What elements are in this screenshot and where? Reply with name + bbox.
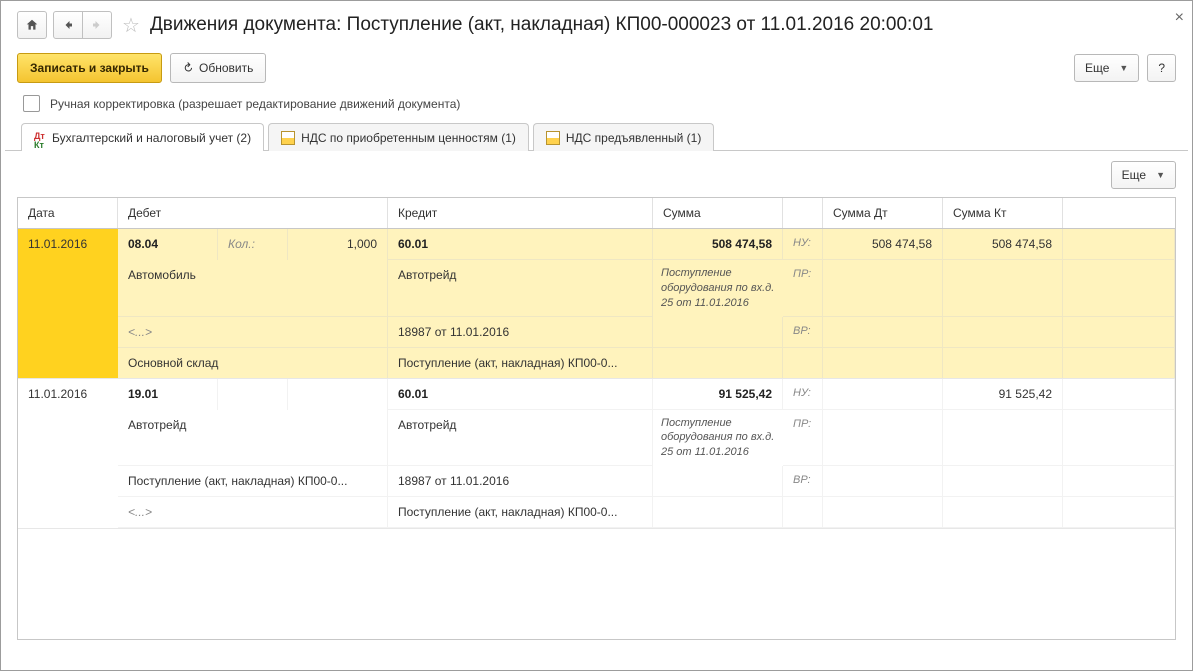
tab-label: Бухгалтерский и налоговый учет (2) bbox=[52, 131, 251, 145]
tag-vr: ВР: bbox=[783, 466, 823, 497]
refresh-label: Обновить bbox=[199, 61, 253, 75]
tab-label: НДС предъявленный (1) bbox=[566, 131, 701, 145]
sum-value: 508 474,58 bbox=[653, 229, 783, 260]
save-close-button[interactable]: Записать и закрыть bbox=[17, 53, 162, 83]
arrow-right-icon bbox=[91, 19, 103, 31]
more-label: Еще bbox=[1085, 61, 1109, 75]
entry-date: 11.01.2016 bbox=[18, 229, 118, 378]
chevron-down-icon: ▼ bbox=[1156, 170, 1165, 180]
debit-detail: Основной склад bbox=[118, 348, 388, 378]
sheet-icon bbox=[546, 131, 560, 145]
close-icon[interactable]: × bbox=[1175, 9, 1184, 27]
tag-nu: НУ: bbox=[783, 229, 823, 260]
tab-vat-presented[interactable]: НДС предъявленный (1) bbox=[533, 123, 714, 151]
col-tag bbox=[783, 198, 823, 228]
tab-label: НДС по приобретенным ценностям (1) bbox=[301, 131, 516, 145]
qty-value: 1,000 bbox=[288, 229, 388, 260]
manual-edit-label: Ручная корректировка (разрешает редактир… bbox=[50, 97, 460, 111]
page-title: Движения документа: Поступление (акт, на… bbox=[150, 14, 934, 36]
credit-detail: Автотрейд bbox=[388, 410, 653, 467]
title-bar: ☆ Движения документа: Поступление (акт, … bbox=[1, 1, 1192, 47]
tag-nu: НУ: bbox=[783, 379, 823, 410]
col-debit[interactable]: Дебет bbox=[118, 198, 388, 228]
col-credit[interactable]: Кредит bbox=[388, 198, 653, 228]
col-sum-dt[interactable]: Сумма Дт bbox=[823, 198, 943, 228]
ledger-body[interactable]: 11.01.2016 08.04 Кол.: 1,000 60.01 508 4… bbox=[18, 229, 1175, 639]
credit-detail: Поступление (акт, накладная) КП00-0... bbox=[388, 348, 653, 378]
home-icon bbox=[25, 18, 39, 32]
ledger-table: Дата Дебет Кредит Сумма Сумма Дт Сумма К… bbox=[17, 197, 1176, 640]
credit-detail: Поступление (акт, накладная) КП00-0... bbox=[388, 497, 653, 528]
forward-button[interactable] bbox=[83, 11, 112, 39]
refresh-button[interactable]: ↻ Обновить bbox=[170, 53, 266, 83]
tag-vr: ВР: bbox=[783, 317, 823, 348]
tab-vat-acquired[interactable]: НДС по приобретенным ценностям (1) bbox=[268, 123, 529, 151]
qty-label: Кол.: bbox=[218, 229, 288, 260]
ledger-entry[interactable]: 11.01.2016 19.01 60.01 91 525,42 НУ: bbox=[18, 379, 1175, 530]
tab-strip: ДтКт Бухгалтерский и налоговый учет (2) … bbox=[5, 122, 1188, 151]
entry-description: Поступление оборудования по вх.д. 25 от … bbox=[653, 260, 783, 317]
credit-account: 60.01 bbox=[388, 379, 653, 410]
help-button[interactable]: ? bbox=[1147, 54, 1176, 82]
credit-detail: Автотрейд bbox=[388, 260, 653, 317]
credit-detail: 18987 от 11.01.2016 bbox=[388, 466, 653, 497]
favorite-star-icon[interactable]: ☆ bbox=[122, 13, 140, 38]
manual-edit-checkbox[interactable] bbox=[23, 95, 40, 112]
debit-detail: <...> bbox=[118, 317, 388, 348]
debit-account: 19.01 bbox=[118, 379, 218, 410]
sheet-icon bbox=[281, 131, 295, 145]
more-button[interactable]: Еще ▼ bbox=[1074, 54, 1139, 82]
col-sum-kt[interactable]: Сумма Кт bbox=[943, 198, 1063, 228]
tag-pr: ПР: bbox=[783, 260, 823, 317]
debit-detail: <...> bbox=[118, 497, 388, 528]
tab-content: Еще ▼ Дата Дебет Кредит Сумма Сумма Дт С… bbox=[1, 151, 1192, 656]
debit-account: 08.04 bbox=[118, 229, 218, 260]
credit-account: 60.01 bbox=[388, 229, 653, 260]
debit-detail: Автомобиль bbox=[118, 260, 388, 317]
debit-detail: Автотрейд bbox=[118, 410, 388, 467]
ledger-entry[interactable]: 11.01.2016 08.04 Кол.: 1,000 60.01 508 4… bbox=[18, 229, 1175, 379]
credit-detail: 18987 от 11.01.2016 bbox=[388, 317, 653, 348]
tag-pr: ПР: bbox=[783, 410, 823, 467]
ledger-header: Дата Дебет Кредит Сумма Сумма Дт Сумма К… bbox=[18, 198, 1175, 229]
manual-edit-row: Ручная корректировка (разрешает редактир… bbox=[1, 93, 1192, 122]
home-button[interactable] bbox=[17, 11, 47, 39]
entry-date: 11.01.2016 bbox=[18, 379, 118, 529]
sum-value: 91 525,42 bbox=[653, 379, 783, 410]
col-date[interactable]: Дата bbox=[18, 198, 118, 228]
chevron-down-icon: ▼ bbox=[1119, 63, 1128, 73]
back-button[interactable] bbox=[53, 11, 83, 39]
tab-more-button[interactable]: Еще ▼ bbox=[1111, 161, 1176, 189]
debit-credit-icon: ДтКт bbox=[34, 132, 46, 144]
sum-kt-value: 508 474,58 bbox=[943, 229, 1063, 260]
arrow-left-icon bbox=[62, 19, 74, 31]
sum-dt-value: 508 474,58 bbox=[823, 229, 943, 260]
more-label: Еще bbox=[1122, 168, 1146, 182]
main-toolbar: Записать и закрыть ↻ Обновить Еще ▼ ? bbox=[1, 47, 1192, 93]
refresh-icon: ↻ bbox=[179, 59, 196, 76]
sum-dt-value bbox=[823, 379, 943, 410]
entry-description: Поступление оборудования по вх.д. 25 от … bbox=[653, 410, 783, 467]
app-window: × ☆ Движения документа: Поступление (акт… bbox=[0, 0, 1193, 671]
col-tail bbox=[1063, 198, 1175, 228]
sum-kt-value: 91 525,42 bbox=[943, 379, 1063, 410]
tab-accounting[interactable]: ДтКт Бухгалтерский и налоговый учет (2) bbox=[21, 123, 264, 151]
debit-detail: Поступление (акт, накладная) КП00-0... bbox=[118, 466, 388, 497]
col-sum[interactable]: Сумма bbox=[653, 198, 783, 228]
